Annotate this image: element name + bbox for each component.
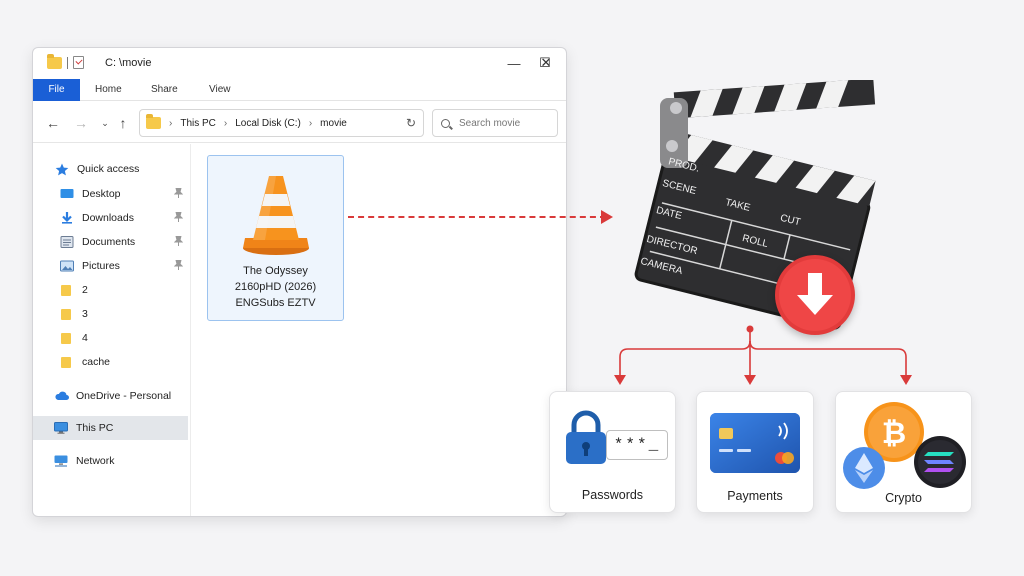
sidebar-item-quick-access[interactable]: Quick access (33, 157, 188, 181)
chevron-right-icon[interactable]: › (224, 118, 227, 129)
forward-arrow-icon[interactable]: → (73, 115, 89, 131)
sidebar-item-label: Quick access (77, 163, 140, 175)
sidebar-item-network[interactable]: Network (33, 449, 188, 473)
sidebar-item-downloads[interactable]: Downloads (33, 206, 188, 230)
search-icon (441, 118, 450, 128)
cloud-icon (54, 390, 69, 402)
svg-text:₿: ₿ (882, 417, 906, 450)
breadcrumb-this-pc[interactable]: This PC (180, 118, 216, 129)
back-arrow-icon[interactable]: ← (45, 115, 61, 131)
chevron-right-icon[interactable]: › (169, 118, 172, 129)
folder-icon (60, 356, 74, 368)
ribbon-tabs: File Home Share View (33, 79, 566, 101)
card-payments: Payments (696, 391, 814, 513)
crypto-coins-icon: ₿ (840, 396, 970, 497)
pin-icon[interactable] (173, 187, 184, 200)
search-box[interactable]: Search movie (432, 109, 558, 137)
sidebar-item-onedrive[interactable]: OneDrive - Personal (33, 384, 188, 408)
download-arrow-icon (60, 212, 74, 224)
sidebar-item-label: 3 (82, 308, 88, 320)
minimize-button[interactable]: — (505, 54, 523, 72)
sidebar-item-folder-2[interactable]: 2 (33, 278, 188, 302)
sidebar-item-label: Documents (82, 236, 136, 248)
sidebar-item-this-pc[interactable]: This PC (33, 416, 188, 440)
recent-locations-chevron-icon[interactable]: ⌄ (97, 115, 113, 131)
sidebar-item-folder-3[interactable]: 3 (33, 302, 188, 326)
pin-icon[interactable] (173, 235, 184, 248)
sidebar-item-label: This PC (76, 422, 114, 434)
sidebar-item-documents[interactable]: Documents (33, 230, 188, 254)
sidebar-item-label: OneDrive - Personal (76, 390, 172, 402)
file-name-line: ENGSubs EZTV (235, 297, 316, 309)
tab-file[interactable]: File (33, 79, 80, 101)
window-title: C: \movie (105, 57, 152, 69)
dashed-arrow (348, 216, 606, 218)
chevron-right-icon[interactable]: › (309, 118, 312, 129)
file-list-area: The Odyssey 2160pHD (2026) ENGSubs EZTV (191, 144, 566, 516)
divider (67, 56, 68, 69)
title-icons (47, 53, 84, 69)
sidebar-item-label: 2 (82, 284, 88, 296)
sidebar-item-folder-4[interactable]: 4 (33, 326, 188, 350)
branch-connector (614, 325, 912, 385)
tab-home[interactable]: Home (95, 79, 122, 101)
card-label: Passwords (581, 488, 644, 502)
sidebar-item-label: 4 (82, 332, 88, 344)
file-explorer-window: C: \movie — ☐ /* reposition controls to … (32, 47, 567, 517)
monitor-icon (54, 422, 68, 434)
card-label: Payments (727, 489, 783, 503)
network-icon (54, 455, 68, 467)
desktop-icon (60, 188, 74, 200)
navigation-pane: Quick access Desktop Downloads Documents… (33, 144, 191, 516)
sidebar-item-pictures[interactable]: Pictures (33, 254, 188, 278)
star-icon (55, 163, 69, 176)
search-placeholder: Search movie (459, 117, 521, 129)
breadcrumb-movie[interactable]: movie (320, 118, 347, 129)
download-badge (775, 255, 855, 335)
pin-icon[interactable] (173, 259, 184, 272)
folder-icon (60, 308, 74, 320)
pin-icon[interactable] (173, 211, 184, 224)
sidebar-item-label: Downloads (82, 212, 134, 224)
sidebar-item-label: cache (82, 356, 111, 368)
password-field: ***_ (606, 430, 668, 460)
card-passwords: ***_ Passwords (549, 391, 676, 513)
refresh-icon[interactable]: ↻ (406, 116, 416, 130)
credit-card-icon (709, 412, 801, 479)
sidebar-item-label: Pictures (82, 260, 120, 272)
padlock-icon (564, 410, 608, 471)
password-mask: ***_ (613, 436, 661, 454)
sidebar-item-desktop[interactable]: Desktop (33, 182, 188, 206)
breadcrumb-local-disk[interactable]: Local Disk (C:) (235, 118, 301, 129)
title-bar: C: \movie — ☐ (33, 48, 566, 78)
vlc-cone-icon (241, 174, 311, 261)
address-bar[interactable]: › This PC › Local Disk (C:) › movie ↻ (139, 109, 424, 137)
folder-icon (60, 332, 74, 344)
sidebar-item-label: Network (76, 455, 115, 467)
close-button[interactable] (537, 54, 555, 72)
file-item[interactable]: The Odyssey 2160pHD (2026) ENGSubs EZTV (207, 155, 344, 321)
folder-icon (60, 284, 74, 296)
tab-view[interactable]: View (209, 79, 231, 101)
arrow-head-icon (601, 210, 613, 224)
up-arrow-icon[interactable]: ↑ (115, 115, 131, 131)
card-label: Crypto (885, 491, 922, 505)
folder-icon (146, 114, 161, 129)
properties-icon[interactable] (73, 56, 84, 69)
documents-icon (60, 236, 74, 248)
tab-share[interactable]: Share (151, 79, 178, 101)
file-name: The Odyssey 2160pHD (2026) ENGSubs EZTV (208, 263, 343, 311)
sidebar-item-cache[interactable]: cache (33, 350, 188, 374)
folder-icon (47, 53, 62, 69)
file-name-line: 2160pHD (2026) (234, 281, 317, 293)
navigation-bar: ← → ⌄ ↑ › This PC › Local Disk (C:) › mo… (33, 103, 566, 143)
card-crypto: ₿ Crypto (835, 391, 972, 513)
pictures-icon (60, 260, 74, 272)
file-name-line: The Odyssey (243, 265, 308, 277)
sidebar-item-label: Desktop (82, 188, 121, 200)
